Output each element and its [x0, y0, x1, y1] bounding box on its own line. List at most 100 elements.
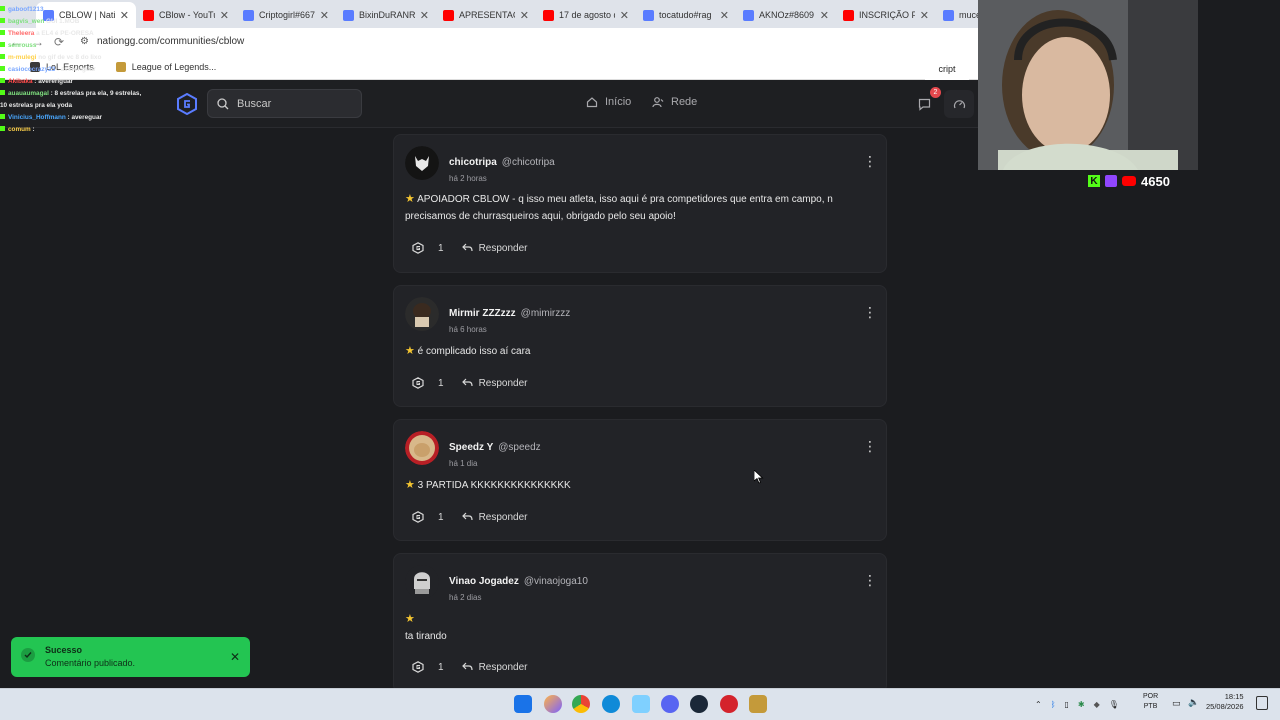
system-clock[interactable]: 18:15 25/08/2026 [1206, 692, 1244, 712]
browser-tab[interactable]: INSCRIÇÃO PA ✕ [836, 2, 936, 28]
like-icon[interactable] [412, 661, 424, 673]
browser-tab[interactable]: APRESENTACIO ✕ [436, 2, 536, 28]
chat-message: comum : [0, 124, 165, 136]
author-handle[interactable]: @vinaojoga10 [524, 576, 588, 587]
usb-icon[interactable]: ▯ [1065, 700, 1069, 709]
display-icon[interactable]: ▭ [1172, 698, 1181, 709]
like-icon[interactable] [412, 242, 424, 254]
chat-message: m-mulegi no gif de vc 8 do lixo [0, 52, 165, 64]
comment-body: ★ é complicado isso aí cara [405, 343, 875, 360]
reply-button[interactable]: Responder [461, 243, 527, 254]
riot-icon[interactable] [720, 695, 738, 713]
chevron-up-icon[interactable]: ⌃ [1035, 700, 1042, 709]
league-client-icon[interactable] [749, 695, 767, 713]
close-tab-icon[interactable]: ✕ [920, 9, 929, 22]
browser-tab[interactable]: AKNOz#8609 ✕ [736, 2, 836, 28]
side-label: cript [925, 58, 969, 80]
avatar[interactable] [405, 431, 439, 465]
app-icon[interactable] [632, 695, 650, 713]
browser-tab[interactable]: Criptogirl#667 ✕ [236, 2, 336, 28]
chat-text: : avereguar [67, 114, 103, 121]
close-tab-icon[interactable]: ✕ [720, 9, 729, 22]
check-icon [21, 648, 35, 662]
nation-logo-icon[interactable] [176, 93, 198, 115]
language-indicator[interactable]: POR PTB [1143, 692, 1158, 712]
tab-title: AKNOz#8609 [759, 10, 815, 20]
comment-text: é complicado isso aí cara [417, 346, 531, 357]
notification-badge: 2 [930, 87, 941, 98]
close-tab-icon[interactable]: ✕ [220, 9, 229, 22]
chrome-icon[interactable] [572, 695, 590, 713]
more-options-icon[interactable]: ⋮ [863, 572, 877, 589]
tab-title: 17 de agosto d [559, 10, 615, 20]
start-icon[interactable] [514, 695, 532, 713]
search-box[interactable] [207, 89, 362, 118]
comment-card: chicotripa @chicotripa há 2 horas ⋮ ★ APOIAD… [393, 134, 887, 273]
comment-author: chicotripa @chicotripa há 2 horas [449, 152, 555, 183]
browser-tab[interactable]: BixinDuRANRA ✕ [336, 2, 436, 28]
comment-actions: 1 Responder [412, 511, 527, 523]
edge-icon[interactable] [602, 695, 620, 713]
tab-title: tocatudo#rag [659, 10, 712, 20]
reply-button[interactable]: Responder [461, 378, 527, 389]
tab-favicon-icon [243, 9, 254, 21]
close-tab-icon[interactable]: ✕ [820, 9, 829, 22]
twitch-icon [1105, 175, 1117, 187]
comment-author: Vinao Jogadez @vinaojoga10 há 2 dias [449, 571, 588, 602]
star-icon: ★ [405, 193, 415, 205]
author-handle[interactable]: @chicotripa [502, 157, 555, 168]
chat-badge-icon [0, 54, 5, 59]
microphone-icon[interactable]: 🎙 [1109, 700, 1119, 709]
author-name[interactable]: Mirmir ZZZzzz [449, 308, 516, 319]
discord-icon[interactable] [661, 695, 679, 713]
close-tab-icon[interactable]: ✕ [520, 9, 529, 22]
bluetooth-icon[interactable]: ᛒ [1051, 700, 1056, 709]
author-name[interactable]: Speedz Y [449, 442, 493, 453]
close-tab-icon[interactable]: ✕ [420, 9, 429, 22]
steam-icon[interactable] [690, 695, 708, 713]
notifications-icon[interactable] [1256, 696, 1268, 710]
more-options-icon[interactable]: ⋮ [863, 304, 877, 321]
tab-title: INSCRIÇÃO PA [859, 10, 915, 20]
author-name[interactable]: Vinao Jogadez [449, 576, 519, 587]
comment-card: Vinao Jogadez @vinaojoga10 há 2 dias ⋮ ★ ta … [393, 553, 887, 693]
browser-tab[interactable]: tocatudo#rag ✕ [636, 2, 736, 28]
author-name[interactable]: chicotripa [449, 157, 497, 168]
close-tab-icon[interactable]: ✕ [620, 9, 629, 22]
browser-tab[interactable]: 17 de agosto d ✕ [536, 2, 636, 28]
chat-badge-icon [0, 6, 5, 11]
chat-badge-icon [0, 114, 5, 119]
comment-text: 3 PARTIDA KKKKKKKKKKKKKKK [417, 480, 571, 491]
comment-body: ★ APOIADOR CBLOW - q isso meu atleta, is… [405, 191, 875, 225]
network-icon[interactable]: ◆ [1094, 700, 1100, 709]
avatar[interactable] [405, 146, 439, 180]
more-options-icon[interactable]: ⋮ [863, 438, 877, 455]
dashboard-button[interactable] [944, 90, 974, 118]
close-tab-icon[interactable]: ✕ [320, 9, 329, 22]
like-count: 1 [438, 377, 444, 389]
chat-badge-icon [0, 42, 5, 47]
more-options-icon[interactable]: ⋮ [863, 153, 877, 170]
reply-button[interactable]: Responder [461, 512, 527, 523]
copilot-icon[interactable] [544, 695, 562, 713]
avatar[interactable] [405, 565, 439, 599]
toast-message: Comentário publicado. [45, 658, 136, 668]
chat-message: 10 estrelas pra ela yoda [0, 100, 165, 112]
like-icon[interactable] [412, 511, 424, 523]
settings-icon[interactable]: ✱ [1078, 700, 1085, 709]
author-handle[interactable]: @mimirzzz [521, 308, 571, 319]
search-input[interactable] [237, 97, 347, 110]
chat-username: Vinicius_Hoffmann [8, 114, 66, 121]
like-icon[interactable] [412, 377, 424, 389]
nav-home[interactable]: Início [586, 96, 631, 108]
author-handle[interactable]: @speedz [498, 442, 540, 453]
chat-username: casiococrazy23 [8, 66, 56, 73]
chat-message: gaboof1213 [0, 4, 165, 16]
close-icon[interactable]: ✕ [230, 650, 240, 664]
chat-text: : avereriguar [57, 66, 96, 73]
tab-favicon-icon [943, 9, 954, 21]
reply-button[interactable]: Responder [461, 662, 527, 673]
avatar[interactable] [405, 297, 439, 331]
nav-network[interactable]: Rede [652, 96, 697, 108]
volume-icon[interactable]: 🔈 [1188, 697, 1199, 708]
